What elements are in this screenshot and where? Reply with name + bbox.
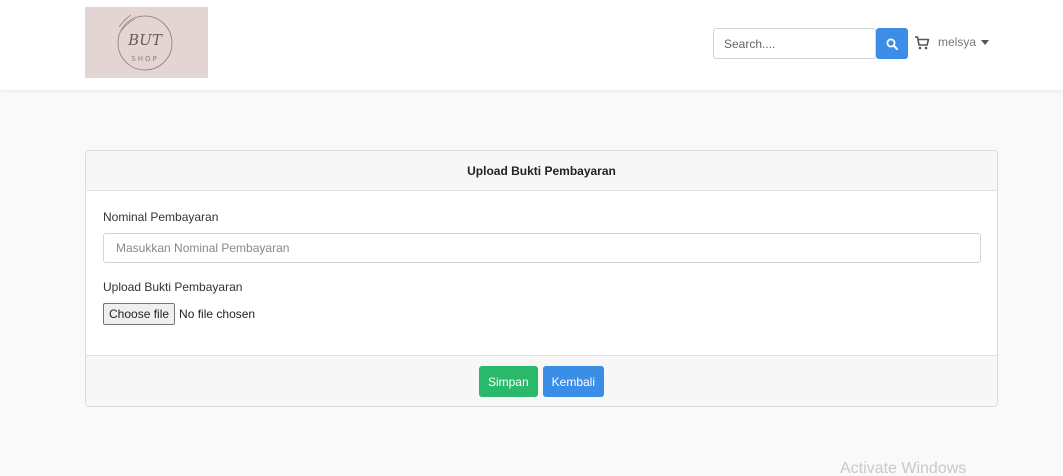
logo-main-text: BUT xyxy=(127,31,163,49)
search-button[interactable] xyxy=(876,28,908,59)
navbar: BUT SHOP melsya xyxy=(0,0,1063,90)
user-dropdown[interactable]: melsya xyxy=(938,35,990,49)
logo-sub-text: SHOP xyxy=(131,55,158,63)
user-name: melsya xyxy=(938,35,977,49)
search-input[interactable] xyxy=(713,28,876,59)
card-title: Upload Bukti Pembayaran xyxy=(467,163,616,178)
search-icon xyxy=(886,38,898,50)
nominal-input[interactable] xyxy=(103,233,981,263)
logo-graphic: BUT SHOP xyxy=(117,14,173,71)
caret-down-icon xyxy=(981,39,990,45)
card-header: Upload Bukti Pembayaran xyxy=(86,151,997,191)
activate-windows-watermark: Activate Windows xyxy=(840,460,967,476)
card-body: Nominal Pembayaran Upload Bukti Pembayar… xyxy=(86,191,997,355)
upload-payment-card: Upload Bukti Pembayaran Nominal Pembayar… xyxy=(85,150,998,407)
card-footer: Simpan Kembali xyxy=(86,355,997,406)
upload-label: Upload Bukti Pembayaran xyxy=(103,280,243,294)
cart-icon xyxy=(915,36,930,50)
file-input: Choose file No file chosen xyxy=(103,303,255,325)
choose-file-button[interactable]: Choose file xyxy=(103,303,176,325)
shop-logo[interactable]: BUT SHOP xyxy=(85,7,208,78)
save-button[interactable]: Simpan xyxy=(478,366,538,397)
file-status: No file chosen xyxy=(179,307,256,321)
cart-button[interactable] xyxy=(914,35,930,51)
back-button[interactable]: Kembali xyxy=(542,366,605,397)
nominal-label: Nominal Pembayaran xyxy=(103,210,219,224)
